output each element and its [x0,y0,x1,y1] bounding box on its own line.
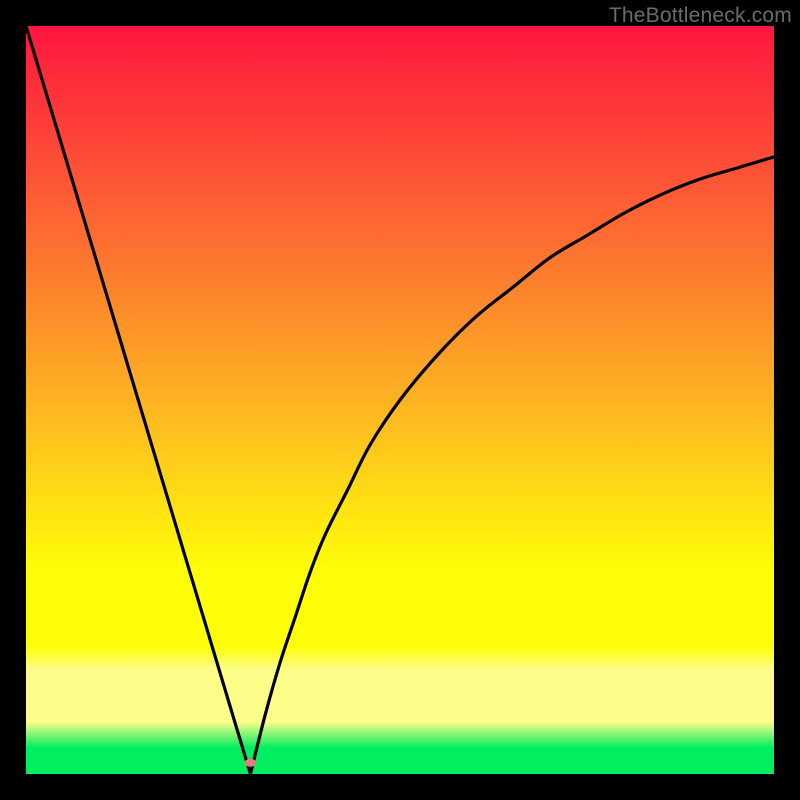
bottleneck-chart [26,26,774,774]
vertex-marker [244,759,256,767]
watermark-text: TheBottleneck.com [609,4,792,28]
chart-frame [26,26,774,774]
